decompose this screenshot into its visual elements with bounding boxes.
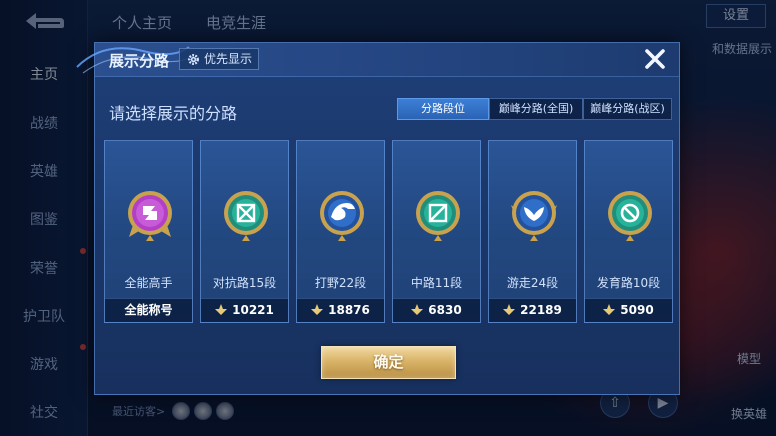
clash-lane-emblem-icon bbox=[224, 191, 268, 241]
lane-card-clash[interactable]: 对抗路15段 10221 bbox=[200, 140, 289, 323]
lane-name: 全能高手 bbox=[124, 276, 173, 290]
jungle-emblem-icon bbox=[320, 191, 364, 241]
dialog-header: 展示分路 优先显示 bbox=[76, 43, 679, 77]
lane-score: 5090 bbox=[585, 298, 672, 322]
farm-lane-emblem-icon bbox=[608, 191, 652, 241]
peak-score-icon bbox=[503, 304, 516, 315]
lane-display-dialog: 展示分路 优先显示 请选择展示的分路 分路段位 巅峰分路(全国) 巅峰分路(战区… bbox=[76, 42, 680, 395]
all-round-emblem-icon bbox=[128, 191, 172, 241]
lane-card-farm[interactable]: 发育路10段 5090 bbox=[584, 140, 673, 323]
dialog-title: 展示分路 bbox=[109, 52, 170, 70]
tab-peak-national[interactable]: 巅峰分路(全国) bbox=[489, 98, 583, 120]
lane-name: 打野22段 bbox=[314, 276, 367, 290]
select-lane-label: 请选择展示的分路 bbox=[109, 104, 238, 123]
lane-name: 对抗路15段 bbox=[212, 276, 277, 290]
priority-display-label: 优先显示 bbox=[204, 52, 253, 66]
priority-display-button[interactable]: 优先显示 bbox=[179, 48, 259, 70]
peak-score-icon bbox=[411, 304, 424, 315]
lane-type-segmented-control: 分路段位 巅峰分路(全国) 巅峰分路(战区) bbox=[397, 98, 672, 120]
lane-score-value: 6830 bbox=[428, 303, 462, 317]
lane-score: 18876 bbox=[297, 298, 384, 322]
mid-lane-emblem-icon bbox=[416, 191, 460, 241]
close-icon[interactable] bbox=[643, 47, 667, 71]
lane-card-mid[interactable]: 中路11段 6830 bbox=[392, 140, 481, 323]
lane-name: 发育路10段 bbox=[596, 276, 661, 290]
lane-score-value: 5090 bbox=[620, 303, 654, 317]
peak-score-icon bbox=[603, 304, 616, 315]
lane-score: 22189 bbox=[489, 298, 576, 322]
peak-score-icon bbox=[311, 304, 324, 315]
lane-score-value: 18876 bbox=[328, 303, 370, 317]
lane-score: 6830 bbox=[393, 298, 480, 322]
lane-score-value: 10221 bbox=[232, 303, 274, 317]
confirm-button[interactable]: 确定 bbox=[321, 346, 456, 379]
gear-icon bbox=[188, 54, 199, 65]
lane-card-roam[interactable]: 游走24段 22189 bbox=[488, 140, 577, 323]
lane-title-badge: 全能称号 bbox=[105, 298, 192, 322]
roam-emblem-icon bbox=[511, 191, 557, 241]
lane-name: 游走24段 bbox=[506, 276, 559, 290]
lane-card-all-round[interactable]: 全能高手 全能称号 bbox=[104, 140, 193, 323]
lane-name: 中路11段 bbox=[410, 276, 463, 290]
lane-card-jungle[interactable]: 打野22段 18876 bbox=[296, 140, 385, 323]
lane-score-value: 22189 bbox=[520, 303, 562, 317]
tab-peak-region[interactable]: 巅峰分路(战区) bbox=[583, 98, 672, 120]
tab-lane-rank[interactable]: 分路段位 bbox=[397, 98, 489, 120]
lane-score: 10221 bbox=[201, 298, 288, 322]
peak-score-icon bbox=[215, 304, 228, 315]
